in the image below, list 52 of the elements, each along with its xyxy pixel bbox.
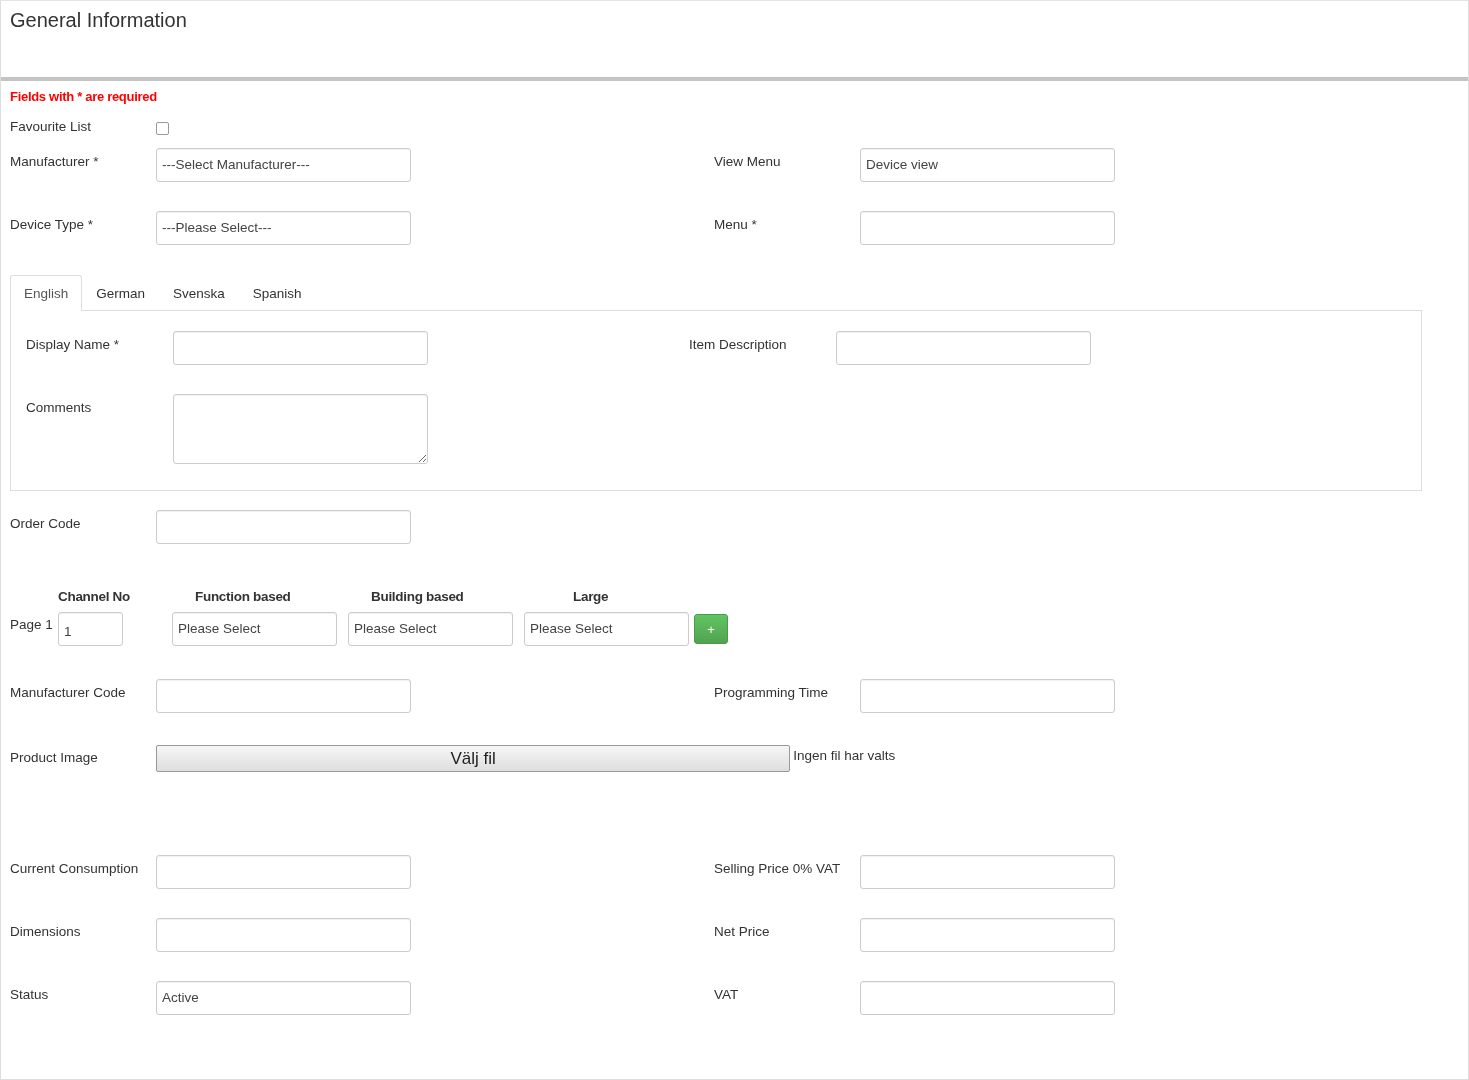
select-field[interactable]: Please Select [348,612,513,646]
field-label: Comments [26,399,93,415]
field-label: Display Name * [26,336,121,352]
choose-file-button[interactable]: Välj fil [156,745,791,772]
field-label: Menu * [714,216,758,232]
input-field[interactable] [860,855,1115,889]
select-field[interactable] [860,211,1115,245]
field-label: Item Description [689,336,788,352]
field-label: Order Code [10,515,82,531]
input-field[interactable] [836,331,1091,365]
field-label: Net Price [714,923,771,939]
select-field[interactable]: ---Select Manufacturer--- [156,148,411,182]
text-area[interactable] [173,394,428,464]
field-label: Dimensions [10,923,82,939]
column-header: Large [573,589,609,604]
select-field[interactable]: Please Select [172,612,337,646]
language-tab[interactable]: English [10,275,83,311]
input-field[interactable] [173,331,428,365]
field-label: VAT [714,986,740,1002]
field-label: Manufacturer Code [10,684,127,700]
field-label: Status [10,986,50,1002]
field-label: Programming Time [714,684,830,700]
column-header: Building based [371,589,464,604]
row-label: Page 1 [10,616,54,632]
required-note: Fields with * are required [10,89,157,104]
column-header: Function based [195,589,291,604]
field-label: Product Image [10,749,99,765]
input-field[interactable] [860,679,1115,713]
field-label: Favourite List [10,119,93,136]
column-header: Channel No [58,589,130,604]
input-field[interactable]: 1 [58,612,123,646]
field-label: View Menu [714,153,782,169]
select-field[interactable]: Device view [860,148,1115,182]
language-tab[interactable]: Svenska [159,275,239,311]
field-label: Current Consumption [10,860,140,876]
input-field[interactable] [860,981,1115,1015]
select-field[interactable]: Please Select [524,612,689,646]
field-label: Device Type * [10,216,95,232]
file-status: Ingen fil har valts [792,747,897,763]
field-label: Manufacturer * [10,153,100,169]
checkbox[interactable] [156,122,169,135]
select-field[interactable]: ---Please Select--- [156,211,411,245]
language-tab[interactable]: German [82,275,160,311]
input-field[interactable] [156,679,411,713]
section-title: General Information [10,9,187,32]
input-field[interactable] [860,918,1115,952]
field-label: Selling Price 0% VAT [714,860,842,876]
language-tab[interactable]: Spanish [238,275,316,311]
input-field[interactable] [156,510,411,544]
select-field[interactable]: Active [156,981,411,1015]
input-field[interactable] [156,855,411,889]
input-field[interactable] [156,918,411,952]
